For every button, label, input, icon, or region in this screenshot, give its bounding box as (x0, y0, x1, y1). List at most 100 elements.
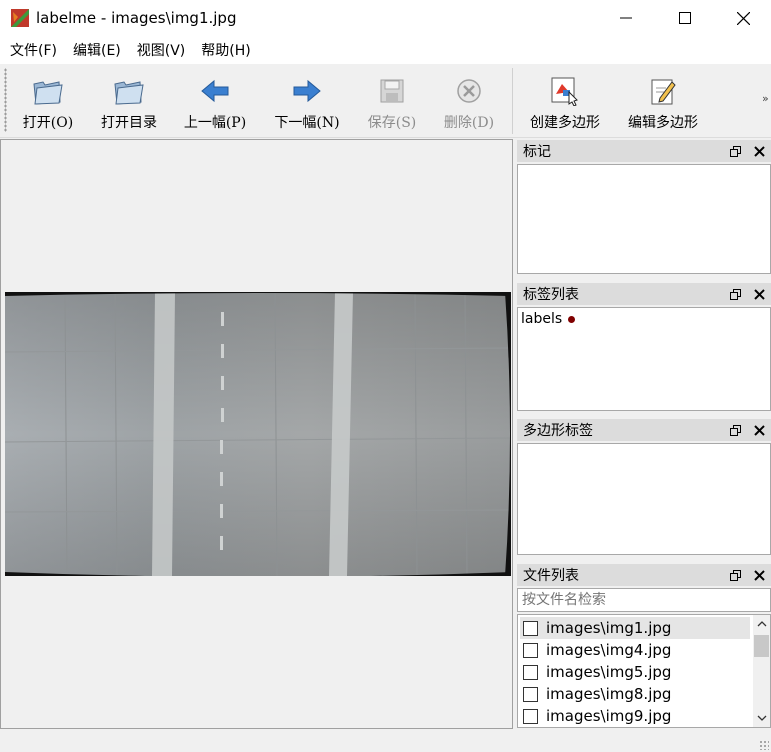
file-row[interactable]: images\img1.jpg (520, 617, 750, 639)
file-row[interactable]: images\img4.jpg (520, 639, 750, 661)
close-button[interactable] (751, 143, 767, 159)
maximize-icon (679, 12, 691, 24)
image-canvas[interactable] (0, 139, 513, 729)
file-list: images\img1.jpg images\img4.jpg images\i… (517, 614, 771, 728)
delete-label: 删除(D) (443, 115, 495, 131)
dock-file-list-title: 文件列表 (523, 568, 579, 584)
open-dir-label: 打开目录 (101, 115, 157, 131)
menu-help[interactable]: 帮助(H) (193, 39, 258, 63)
labelme-window: labelme - images\img1.jpg 文件(F) 编辑(E) 视图… (0, 0, 771, 752)
file-name: images\img5.jpg (546, 663, 672, 681)
menu-file[interactable]: 文件(F) (2, 39, 65, 63)
float-button[interactable] (727, 143, 743, 159)
restore-icon (729, 569, 741, 581)
restore-icon (729, 424, 741, 436)
file-list-scrollbar[interactable] (753, 615, 770, 727)
save-button[interactable]: 保存(S) (364, 74, 420, 134)
dock-marks-title: 标记 (523, 144, 551, 160)
marks-panel (517, 164, 771, 274)
scroll-down-button[interactable] (753, 709, 770, 726)
title-bar: labelme - images\img1.jpg (0, 0, 771, 38)
floppy-disk-icon (380, 79, 404, 103)
open-dir-button[interactable]: 打开目录 (98, 74, 160, 134)
maximize-button[interactable] (656, 0, 714, 36)
toolbar-separator (512, 68, 513, 134)
dock-marks: 标记 (517, 140, 771, 274)
arrow-right-icon (293, 79, 321, 103)
next-image-button[interactable]: 下一幅(N) (272, 74, 342, 134)
dock-polygon-labels: 多边形标签 (517, 419, 771, 555)
close-button[interactable] (751, 422, 767, 438)
prev-image-button[interactable]: 上一幅(P) (180, 74, 250, 134)
create-polygon-label: 创建多边形 (530, 115, 600, 131)
dock-label-list: 标签列表 labels (517, 283, 771, 411)
open-button[interactable]: 打开(O) (20, 74, 76, 134)
float-button[interactable] (727, 567, 743, 583)
file-name: images\img1.jpg (546, 619, 672, 637)
dock-file-list-title-bar[interactable]: 文件列表 (517, 564, 771, 586)
dock-polygon-labels-title: 多边形标签 (523, 423, 593, 439)
close-icon (753, 288, 765, 300)
labelme-app-icon (11, 9, 29, 27)
status-bar (0, 730, 771, 752)
chevron-down-icon (757, 715, 766, 721)
list-item[interactable]: labels (518, 308, 770, 330)
delete-button[interactable]: 删除(D) (441, 74, 497, 134)
close-icon (753, 145, 765, 157)
window-title: labelme - images\img1.jpg (36, 9, 237, 27)
menu-bar: 文件(F) 编辑(E) 视图(V) 帮助(H) (0, 38, 771, 64)
dock-file-list: 文件列表 images\img1.jpg images\img4.jpg (517, 564, 771, 728)
file-checkbox[interactable] (523, 664, 538, 680)
file-name: images\img9.jpg (546, 707, 672, 725)
label-list-panel: labels (517, 307, 771, 411)
dock-label-list-title: 标签列表 (523, 287, 579, 303)
restore-icon (729, 288, 741, 300)
dock-label-list-title-bar[interactable]: 标签列表 (517, 283, 771, 305)
toolbar: 打开(O) 打开目录 上一幅(P) 下一幅(N) 保存(S) 删除(D) 创建多… (0, 64, 771, 138)
toolbar-grip[interactable] (4, 68, 7, 132)
next-label: 下一幅(N) (274, 115, 340, 131)
edit-pencil-icon (651, 79, 676, 105)
menu-edit[interactable]: 编辑(E) (65, 39, 129, 63)
close-icon (753, 424, 765, 436)
minimize-button[interactable] (597, 0, 655, 36)
file-checkbox[interactable] (523, 642, 538, 658)
image-display (5, 292, 511, 576)
file-name: images\img4.jpg (546, 641, 672, 659)
open-folder-icon (114, 81, 144, 105)
close-button[interactable] (751, 286, 767, 302)
close-icon (736, 11, 750, 25)
polygon-labels-panel (517, 443, 771, 555)
dock-marks-title-bar[interactable]: 标记 (517, 140, 771, 162)
arrow-left-icon (201, 79, 229, 103)
label-text: labels (521, 311, 563, 327)
file-search-input[interactable] (517, 588, 771, 612)
file-checkbox[interactable] (523, 620, 538, 636)
file-checkbox[interactable] (523, 686, 538, 702)
save-label: 保存(S) (367, 115, 417, 131)
file-row[interactable]: images\img5.jpg (520, 661, 750, 683)
label-color-dot (568, 315, 576, 323)
create-polygon-button[interactable]: 创建多边形 (524, 74, 606, 134)
menu-view[interactable]: 视图(V) (129, 39, 194, 63)
float-button[interactable] (727, 422, 743, 438)
prev-label: 上一幅(P) (183, 115, 247, 131)
dock-polygon-labels-title-bar[interactable]: 多边形标签 (517, 419, 771, 441)
file-row[interactable]: images\img9.jpg (520, 705, 750, 727)
toolbar-overflow-button[interactable]: » (762, 92, 769, 105)
open-label: 打开(O) (22, 115, 74, 131)
resize-grip[interactable] (759, 740, 769, 750)
file-row[interactable]: images\img8.jpg (520, 683, 750, 705)
scroll-thumb[interactable] (754, 635, 769, 657)
file-name: images\img8.jpg (546, 685, 672, 703)
create-polygon-icon (551, 77, 578, 106)
edit-polygon-button[interactable]: 编辑多边形 (622, 74, 704, 134)
open-folder-icon (33, 81, 63, 105)
chevron-up-icon (757, 620, 766, 626)
scroll-up-button[interactable] (753, 615, 770, 632)
file-checkbox[interactable] (523, 708, 538, 724)
minimize-icon (620, 17, 632, 19)
close-button[interactable] (751, 567, 767, 583)
close-button[interactable] (714, 0, 771, 36)
float-button[interactable] (727, 286, 743, 302)
